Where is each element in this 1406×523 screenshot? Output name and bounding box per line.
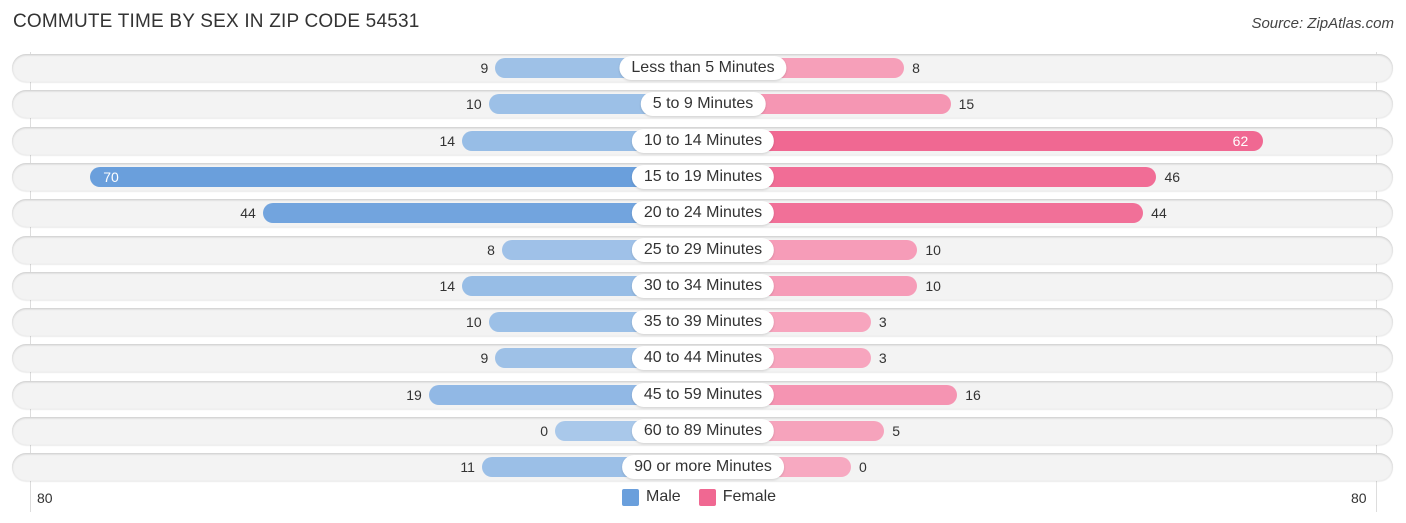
value-label-male: 9 (480, 60, 489, 76)
value-label-female: 10 (925, 241, 941, 258)
legend-label-male: Male (646, 488, 681, 505)
legend-swatch-female (698, 488, 716, 506)
category-label: 5 to 9 Minutes (640, 92, 766, 117)
axis-label-left: 80 (37, 490, 53, 506)
value-label-male: 10 (466, 314, 482, 331)
category-label: 45 to 59 Minutes (631, 382, 775, 407)
value-label-male: 14 (439, 132, 456, 149)
legend-item-female[interactable]: Female (698, 488, 777, 506)
value-label-male: 11 (460, 459, 475, 476)
value-label-female: 46 (1164, 168, 1181, 185)
axis-label-right: 80 (1351, 490, 1367, 506)
value-label-female: 16 (965, 386, 981, 403)
value-label-female: 10 (925, 277, 941, 294)
category-label: 30 to 34 Minutes (631, 273, 775, 298)
category-label: 20 to 24 Minutes (631, 201, 775, 226)
value-label-female: 44 (1151, 205, 1167, 222)
value-label-male: 70 (103, 168, 119, 185)
bar-male[interactable] (90, 166, 703, 187)
value-label-female: 8 (912, 60, 920, 76)
legend-item-male[interactable]: Male (622, 488, 681, 506)
value-label-male: 9 (480, 350, 489, 367)
value-label-male: 0 (540, 423, 548, 439)
value-label-female: 0 (859, 459, 867, 476)
category-label: Less than 5 Minutes (619, 56, 787, 80)
value-label-female: 5 (892, 423, 900, 439)
value-label-male: 44 (240, 205, 256, 222)
value-label-female: 3 (878, 350, 887, 367)
value-label-female: 62 (1232, 132, 1249, 149)
value-label-male: 10 (466, 96, 482, 113)
value-label-male: 14 (439, 277, 456, 294)
value-label-female: 15 (958, 96, 975, 113)
category-label: 60 to 89 Minutes (631, 419, 775, 443)
value-label-male: 8 (487, 241, 495, 258)
legend-swatch-male (622, 488, 639, 506)
legend-label-female: Female (722, 488, 777, 505)
category-label: 25 to 29 Minutes (631, 237, 775, 262)
legend: Male Female (622, 488, 786, 506)
category-label: 15 to 19 Minutes (631, 164, 775, 189)
bar-female[interactable] (703, 130, 1263, 151)
value-label-male: 19 (406, 386, 422, 403)
category-label: 35 to 39 Minutes (631, 310, 775, 335)
value-label-female: 3 (878, 314, 887, 331)
category-label: 40 to 44 Minutes (631, 346, 775, 371)
category-label: 90 or more Minutes (622, 455, 784, 480)
chart-area: 9 8 Less than 5 Minutes 10 15 5 to 9 Minutes 1… (0, 0, 1406, 523)
category-label: 10 to 14 Minutes (631, 128, 775, 153)
